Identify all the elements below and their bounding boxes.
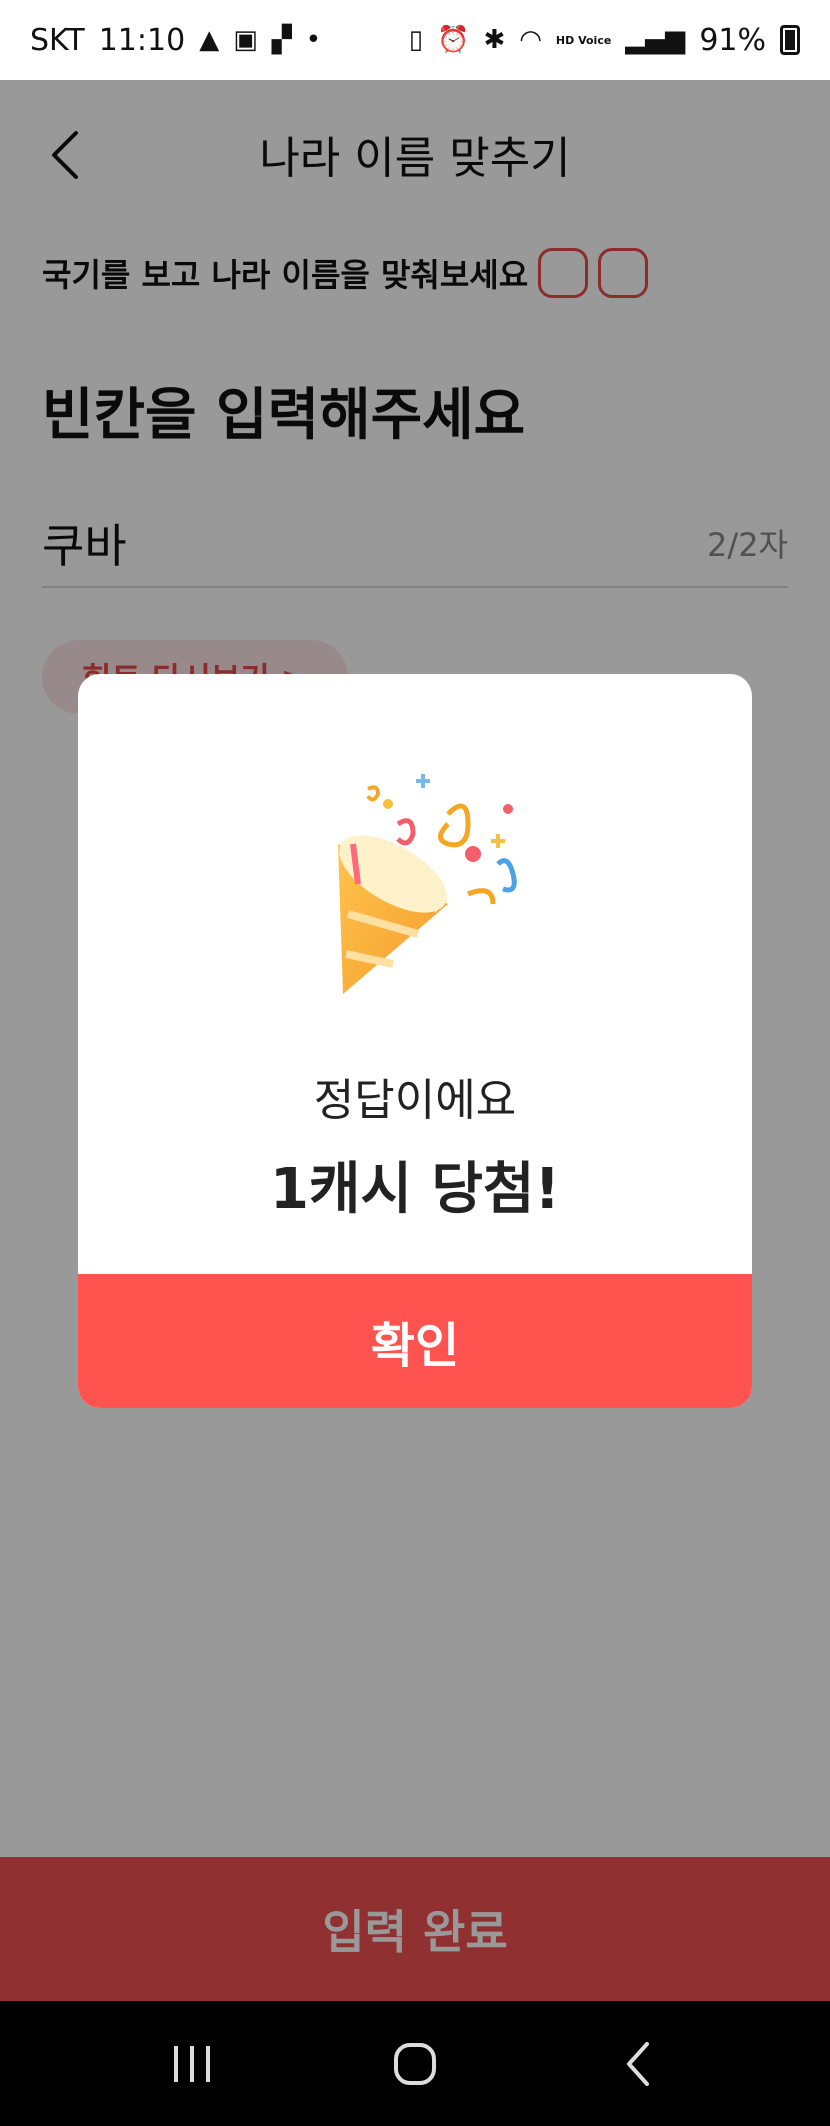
battery-percent: 91% <box>699 22 766 58</box>
party-popper-icon <box>338 774 517 994</box>
dot-icon: • <box>305 25 322 55</box>
recent-apps-icon <box>173 2045 210 2082</box>
battery-saver-icon: ▯ <box>408 25 424 55</box>
app-icon: ▞ <box>271 25 292 55</box>
home-icon <box>393 2042 436 2085</box>
battery-icon <box>780 25 800 55</box>
recent-apps-button[interactable] <box>152 2024 232 2104</box>
status-right: ▯ ⏰ ✱ ◠ HD Voice ▂▄▆ 91% <box>409 23 800 58</box>
bluetooth-icon: ✱ <box>483 25 506 55</box>
navigation-bar <box>0 2001 830 2126</box>
wifi-icon: ◠ <box>519 25 542 55</box>
hd-voice-icon: HD Voice <box>555 33 612 47</box>
alarm-icon: ⏰ <box>437 25 470 55</box>
carrier-label: SKT <box>30 22 85 58</box>
status-bar: SKT 11:10 ▲ ▣ ▞ • ▯ ⏰ ✱ ◠ HD Voice ▂▄▆ 9… <box>0 0 830 80</box>
home-button[interactable] <box>375 2024 455 2104</box>
notification-icon: ▲ <box>199 25 220 55</box>
signal-icon: ▂▄▆ <box>625 25 686 55</box>
clock: 11:10 <box>98 22 186 58</box>
dialog-subtitle: 정답이에요 <box>313 1075 517 1126</box>
confirm-button[interactable]: 확인 <box>78 1274 752 1408</box>
gallery-icon: ▣ <box>233 25 258 55</box>
back-icon <box>627 2041 650 2086</box>
back-nav-button[interactable] <box>598 2024 678 2104</box>
status-left: SKT 11:10 ▲ ▣ ▞ • <box>30 23 321 58</box>
result-dialog: 정답이에요 1캐시 당첨! 확인 <box>78 674 752 1408</box>
dialog-title: 1캐시 당첨! <box>269 1157 561 1222</box>
